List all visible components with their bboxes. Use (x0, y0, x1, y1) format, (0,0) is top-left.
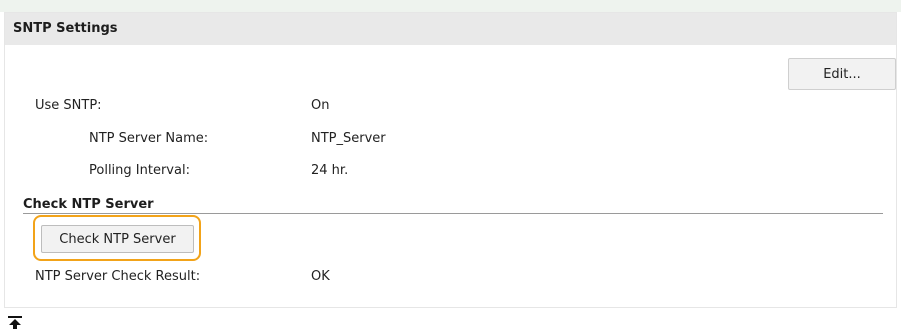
edit-button[interactable]: Edit... (788, 58, 896, 90)
section-divider (23, 213, 883, 214)
check-ntp-server-heading: Check NTP Server (23, 197, 154, 212)
setting-value: NTP_Server (311, 131, 386, 146)
sntp-settings-panel: SNTP Settings Edit... Use SNTP: On NTP S… (4, 12, 897, 308)
check-ntp-server-button[interactable]: Check NTP Server (41, 225, 194, 253)
setting-label: Use SNTP: (35, 98, 102, 113)
back-to-top-icon[interactable] (8, 316, 22, 329)
setting-label: Polling Interval: (89, 163, 190, 178)
setting-label: NTP Server Name: (89, 131, 209, 146)
check-result-label: NTP Server Check Result: (35, 269, 201, 284)
check-result-value: OK (311, 269, 330, 284)
setting-value: On (311, 98, 330, 113)
top-strip (0, 0, 901, 12)
setting-value: 24 hr. (311, 163, 349, 178)
panel-title: SNTP Settings (5, 13, 896, 45)
